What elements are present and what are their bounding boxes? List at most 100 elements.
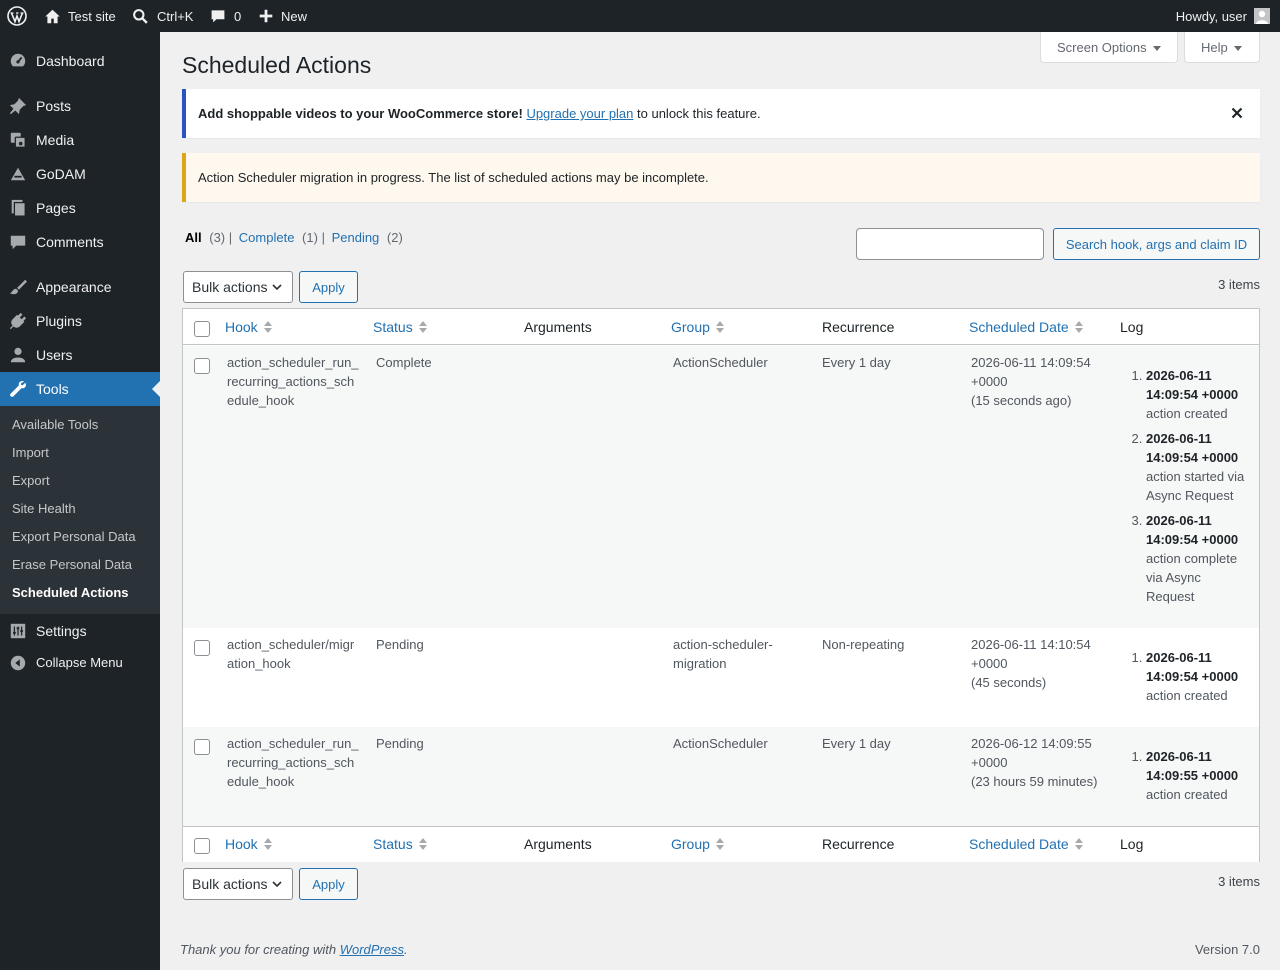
column-hook[interactable]: Hook — [225, 318, 273, 336]
menu-label-pages: Pages — [36, 200, 76, 216]
menu-item-godam[interactable]: GoDAM — [0, 157, 160, 191]
bulk-actions-select-bottom[interactable]: Bulk actions — [183, 868, 293, 900]
comments-link[interactable]: 0 — [210, 0, 241, 32]
column-hook[interactable]: Hook — [225, 835, 273, 853]
menu-label-users: Users — [36, 347, 73, 363]
search-button[interactable]: Search hook, args and claim ID — [1053, 228, 1260, 260]
table-row: action_scheduler_run_recurring_actions_s… — [183, 346, 1259, 628]
column-scheduled-date-label: Scheduled Date — [969, 319, 1069, 335]
column-status[interactable]: Status — [373, 318, 428, 336]
log-time: 2026-06-11 14:09:55 +0000 — [1146, 749, 1239, 783]
menu-item-appearance[interactable]: Appearance — [0, 270, 160, 304]
menu-item-posts[interactable]: Posts — [0, 89, 160, 123]
column-recurrence: Recurrence — [822, 836, 895, 852]
new-content-label: New — [281, 8, 308, 24]
chevron-down-icon — [272, 881, 282, 888]
scheduled-date-value: 2026-06-12 14:09:55 +0000 (23 hours 59 m… — [971, 734, 1111, 791]
column-scheduled-date[interactable]: Scheduled Date — [969, 835, 1084, 853]
column-status[interactable]: Status — [373, 835, 428, 853]
log-message: action created — [1146, 688, 1228, 703]
close-icon[interactable] — [1228, 104, 1246, 122]
status-filters: All (3) | Complete (1) | Pending (2) — [185, 229, 403, 247]
comments-icon — [9, 233, 27, 251]
menu-item-users[interactable]: Users — [0, 338, 160, 372]
hook-name[interactable]: action_scheduler_run_recurring_actions_s… — [227, 353, 359, 410]
bulk-actions-select-top[interactable]: Bulk actions — [183, 271, 293, 303]
hook-name[interactable]: action_scheduler/migration_hook — [227, 635, 359, 673]
log-time: 2026-06-11 14:09:54 +0000 — [1146, 650, 1239, 684]
items-count-top: 3 items — [1218, 277, 1260, 292]
comment-bubble-icon — [210, 8, 226, 24]
howdy-label: Howdy, user — [1175, 8, 1247, 24]
menu-item-pages[interactable]: Pages — [0, 191, 160, 225]
menu-label-plugins: Plugins — [36, 313, 82, 329]
site-name-label: Test site — [68, 8, 116, 24]
notice-headline: Add shoppable videos to your WooCommerce… — [198, 106, 523, 121]
caret-down-icon — [1233, 45, 1242, 51]
brush-icon — [9, 278, 27, 296]
upgrade-notice: Add shoppable videos to your WooCommerce… — [182, 89, 1260, 138]
search-input[interactable] — [856, 228, 1044, 260]
footer-thanks: Thank you for creating with WordPress. — [180, 941, 408, 959]
wordpress-logo-icon[interactable] — [7, 0, 27, 32]
column-group[interactable]: Group — [671, 835, 725, 853]
admin-bar: Test site Ctrl+K 0 New Howdy, user — [0, 0, 1280, 32]
site-name-link[interactable]: Test site — [44, 0, 116, 32]
menu-item-media[interactable]: Media — [0, 123, 160, 157]
help-button[interactable]: Help — [1184, 32, 1260, 63]
column-status-label: Status — [373, 319, 413, 335]
collapse-menu-button[interactable]: Collapse Menu — [0, 646, 160, 680]
hook-name[interactable]: action_scheduler_run_recurring_actions_s… — [227, 734, 359, 791]
pages-icon — [9, 199, 27, 217]
search-shortcut[interactable]: Ctrl+K — [132, 0, 193, 32]
column-scheduled-date-label: Scheduled Date — [969, 836, 1069, 852]
log-entry: 2026-06-11 14:09:54 +0000 action created — [1146, 648, 1246, 705]
submenu-available-tools[interactable]: Available Tools — [12, 416, 98, 434]
search-icon — [132, 8, 149, 25]
menu-item-dashboard[interactable]: Dashboard — [0, 44, 160, 78]
menu-item-comments[interactable]: Comments — [0, 225, 160, 259]
filter-pending[interactable]: Pending — [332, 230, 380, 245]
log-list: 2026-06-11 14:09:54 +0000 action created — [1128, 648, 1246, 711]
plus-icon — [259, 9, 273, 23]
column-group[interactable]: Group — [671, 318, 725, 336]
filter-all[interactable]: All — [185, 230, 202, 245]
menu-item-tools[interactable]: Tools — [0, 372, 160, 406]
new-content-link[interactable]: New — [259, 0, 307, 32]
apply-button-top[interactable]: Apply — [299, 271, 358, 303]
select-all-checkbox-bottom[interactable] — [194, 838, 210, 854]
select-all-checkbox[interactable] — [194, 321, 210, 337]
upgrade-plan-link[interactable]: Upgrade your plan — [526, 106, 633, 121]
submenu-site-health[interactable]: Site Health — [12, 500, 76, 518]
sort-icon — [1074, 321, 1083, 334]
menu-item-plugins[interactable]: Plugins — [0, 304, 160, 338]
row-checkbox[interactable] — [194, 739, 210, 755]
row-checkbox[interactable] — [194, 640, 210, 656]
wordpress-link[interactable]: WordPress — [340, 942, 404, 957]
apply-button-bottom[interactable]: Apply — [299, 868, 358, 900]
menu-item-settings[interactable]: Settings — [0, 614, 160, 648]
submenu-scheduled-actions[interactable]: Scheduled Actions — [12, 584, 129, 602]
filter-separator: | — [321, 230, 325, 245]
submenu-import[interactable]: Import — [12, 444, 49, 462]
scheduled-date-relative: (15 seconds ago) — [971, 393, 1072, 408]
my-account-link[interactable]: Howdy, user — [1176, 0, 1270, 32]
row-checkbox[interactable] — [194, 358, 210, 374]
godam-icon — [9, 165, 27, 183]
column-scheduled-date[interactable]: Scheduled Date — [969, 318, 1084, 336]
filter-complete[interactable]: Complete — [239, 230, 295, 245]
column-arguments: Arguments — [524, 319, 592, 335]
screen-options-label: Screen Options — [1057, 39, 1147, 55]
sort-icon — [263, 321, 272, 334]
user-icon — [9, 346, 27, 364]
menu-label-appearance: Appearance — [36, 279, 112, 295]
submenu-export-personal-data[interactable]: Export Personal Data — [12, 528, 136, 546]
submenu-erase-personal-data[interactable]: Erase Personal Data — [12, 556, 132, 574]
migration-warning-notice: Action Scheduler migration in progress. … — [182, 153, 1260, 202]
pin-icon — [9, 97, 27, 115]
submenu-export[interactable]: Export — [12, 472, 50, 490]
column-group-label: Group — [671, 836, 710, 852]
scheduled-date: 2026-06-11 14:09:54 +0000 — [971, 355, 1091, 389]
column-recurrence: Recurrence — [822, 319, 895, 335]
screen-options-button[interactable]: Screen Options — [1040, 32, 1178, 63]
